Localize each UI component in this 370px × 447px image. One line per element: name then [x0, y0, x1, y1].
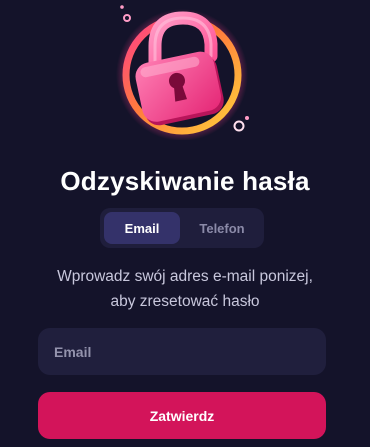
tab-email[interactable]: Email — [104, 212, 180, 244]
tab-phone[interactable]: Telefon — [184, 212, 260, 244]
instructions-text: Wprowadz swój adres e-mail ponizej, aby … — [0, 264, 370, 314]
page-title: Odzyskiwanie hasła — [60, 166, 310, 196]
email-field[interactable] — [38, 328, 326, 375]
recovery-method-tabs: Email Telefon — [100, 208, 264, 248]
submit-button[interactable]: Zatwierdz — [38, 392, 326, 439]
instructions-line-1: Wprowadz swój adres e-mail ponizej, — [57, 268, 313, 285]
instructions-line-2: aby zresetować hasło — [110, 293, 260, 310]
padlock-icon — [116, 5, 249, 140]
password-recovery-screen: Odzyskiwanie hasła Email Telefon Wprowad… — [0, 0, 370, 447]
